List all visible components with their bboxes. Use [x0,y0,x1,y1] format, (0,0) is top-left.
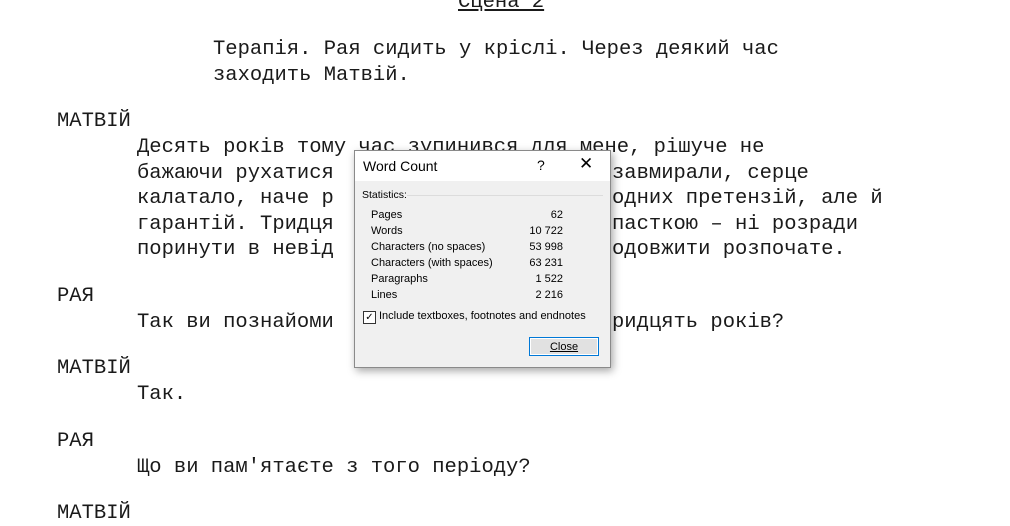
help-icon[interactable]: ? [537,157,545,173]
dialogue-line: поринути в невід [137,238,334,261]
include-textboxes-checkbox[interactable]: ✓ [363,311,376,324]
dialogue-line-continued: ридцять років? [612,311,785,334]
action-line: заходить Матвій. [213,64,410,87]
stat-label: Characters (no spaces) [371,241,486,253]
stat-row-lines: Lines 2 216 [371,289,563,305]
scene-title: Сцена 2 [458,0,545,14]
action-line: Терапія. Рая сидить у кріслі. Через деяк… [213,38,779,61]
include-textboxes-label[interactable]: Include textboxes, footnotes and endnote… [379,310,586,322]
dialog-title: Word Count [363,158,438,174]
stat-value: 62 [550,209,563,221]
stat-value: 63 231 [529,257,563,269]
dialogue-line: гарантій. Тридця [137,213,334,236]
stat-row-paragraphs: Paragraphs 1 522 [371,273,563,289]
stat-value: 1 522 [535,273,563,285]
dialogue-line: бажаючи рухатися [137,162,334,185]
statistics-group-label: Statistics: [362,189,407,201]
character-name: РАЯ [57,430,94,453]
stat-row-characters-with-spaces: Characters (with spaces) 63 231 [371,257,563,273]
dialogue-line-continued: одовжити розпочате. [612,238,846,261]
dialogue-line-continued: одних претензій, але й [612,187,883,210]
dialogue-line: Так. [137,383,187,406]
stat-row-pages: Pages 62 [371,209,563,225]
dialogue-line-continued: пасткою – ні розради [612,213,859,236]
stat-row-characters-no-spaces: Characters (no spaces) 53 998 [371,241,563,257]
stat-label: Words [371,225,403,237]
stat-label: Lines [371,289,398,301]
dialog-titlebar[interactable]: Word Count ? ✕ [355,151,610,181]
word-count-dialog: Word Count ? ✕ Statistics: Pages 62 Word… [354,150,611,368]
character-name: МАТВІЙ [57,110,131,133]
close-icon[interactable]: ✕ [579,154,593,174]
stat-value: 2 216 [535,289,563,301]
character-name: МАТВІЙ [57,357,131,380]
stat-label: Pages [371,209,403,221]
dialogue-line: Що ви пам'ятаєте з того періоду? [137,456,531,479]
close-button[interactable]: Close [529,337,599,356]
stat-row-words: Words 10 722 [371,225,563,241]
character-name: РАЯ [57,285,94,308]
dialogue-line-continued: завмирали, серце [612,162,809,185]
stat-value: 53 998 [529,241,563,253]
dialogue-line: Так ви познайоми [137,311,334,334]
group-divider [407,195,603,196]
dialogue-line: калатало, наче р [137,187,334,210]
stat-label: Characters (with spaces) [371,257,493,269]
stat-label: Paragraphs [371,273,428,285]
character-name: МАТВІЙ [57,502,131,525]
stat-value: 10 722 [529,225,563,237]
